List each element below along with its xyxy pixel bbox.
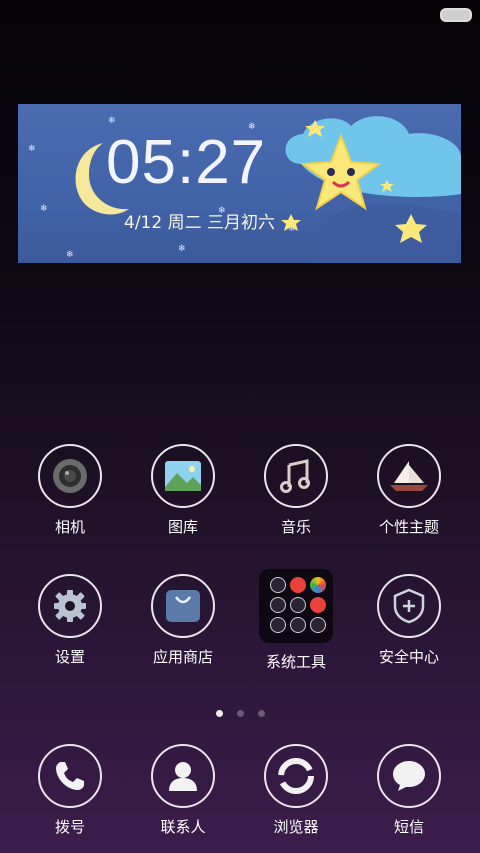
app-label: 安全中心 bbox=[378, 648, 439, 666]
app-label: 音乐 bbox=[280, 518, 311, 536]
app-settings[interactable]: 设置 bbox=[15, 574, 125, 667]
app-label: 浏览器 bbox=[273, 818, 319, 836]
contact-icon bbox=[151, 744, 215, 808]
snowflake-icon: ❄ bbox=[178, 244, 186, 254]
app-store[interactable]: 应用商店 bbox=[128, 574, 238, 667]
page-dot[interactable] bbox=[215, 710, 223, 717]
dock-messages[interactable]: 短信 bbox=[354, 744, 464, 837]
mini-app-icon bbox=[270, 617, 286, 633]
music-icon bbox=[264, 444, 328, 508]
snowflake-icon: ❄ bbox=[28, 144, 36, 154]
clock-date: 4/12 周二 三月初六 bbox=[124, 213, 275, 233]
page-dot[interactable] bbox=[236, 710, 244, 717]
star-cloud-illustration bbox=[281, 116, 461, 263]
mini-app-icon bbox=[270, 577, 286, 593]
app-label: 个性主题 bbox=[378, 518, 439, 536]
gallery-icon bbox=[151, 444, 215, 508]
app-label: 短信 bbox=[393, 818, 424, 836]
app-label: 拨号 bbox=[54, 818, 85, 836]
mini-app-icon bbox=[270, 597, 286, 613]
app-camera[interactable]: 相机 bbox=[15, 444, 125, 537]
mini-app-icon bbox=[310, 617, 326, 633]
app-label: 应用商店 bbox=[152, 648, 213, 666]
folder-icon bbox=[259, 569, 333, 643]
store-bag-icon bbox=[151, 574, 215, 638]
page-indicator[interactable] bbox=[0, 702, 480, 721]
clock-time: 05:27 bbox=[106, 128, 267, 197]
app-folder-system-tools[interactable]: 系统工具 bbox=[241, 569, 351, 672]
app-music[interactable]: 音乐 bbox=[241, 444, 351, 537]
dock-phone[interactable]: 拨号 bbox=[15, 744, 125, 837]
dock-contacts[interactable]: 联系人 bbox=[128, 744, 238, 837]
phone-icon bbox=[38, 744, 102, 808]
app-label: 图库 bbox=[167, 518, 198, 536]
clock-widget[interactable]: ❄ ❄ ❄ ❄ ❄ ❄ ❄ ❄ 05:27 4/12 周二 三月初六 bbox=[18, 104, 461, 263]
gear-icon bbox=[38, 574, 102, 638]
dock-browser[interactable]: 浏览器 bbox=[241, 744, 351, 837]
theme-sailboat-icon bbox=[377, 444, 441, 508]
app-label: 相机 bbox=[54, 518, 85, 536]
shield-plus-icon bbox=[377, 574, 441, 638]
message-icon bbox=[377, 744, 441, 808]
snowflake-icon: ❄ bbox=[108, 116, 116, 126]
snowflake-icon: ❄ bbox=[40, 204, 48, 214]
mini-app-icon bbox=[290, 577, 306, 593]
page-dot[interactable] bbox=[257, 710, 265, 717]
snowflake-icon: ❄ bbox=[66, 250, 74, 260]
app-theme[interactable]: 个性主题 bbox=[354, 444, 464, 537]
mini-app-icon bbox=[310, 597, 326, 613]
mini-app-icon bbox=[310, 577, 326, 593]
app-gallery[interactable]: 图库 bbox=[128, 444, 238, 537]
browser-icon bbox=[264, 744, 328, 808]
camera-icon bbox=[38, 444, 102, 508]
app-security-center[interactable]: 安全中心 bbox=[354, 574, 464, 667]
battery-icon bbox=[440, 8, 472, 22]
mini-app-icon bbox=[290, 617, 306, 633]
app-label: 系统工具 bbox=[265, 653, 326, 671]
app-label: 联系人 bbox=[160, 818, 206, 836]
app-label: 设置 bbox=[54, 648, 85, 666]
mini-app-icon bbox=[290, 597, 306, 613]
